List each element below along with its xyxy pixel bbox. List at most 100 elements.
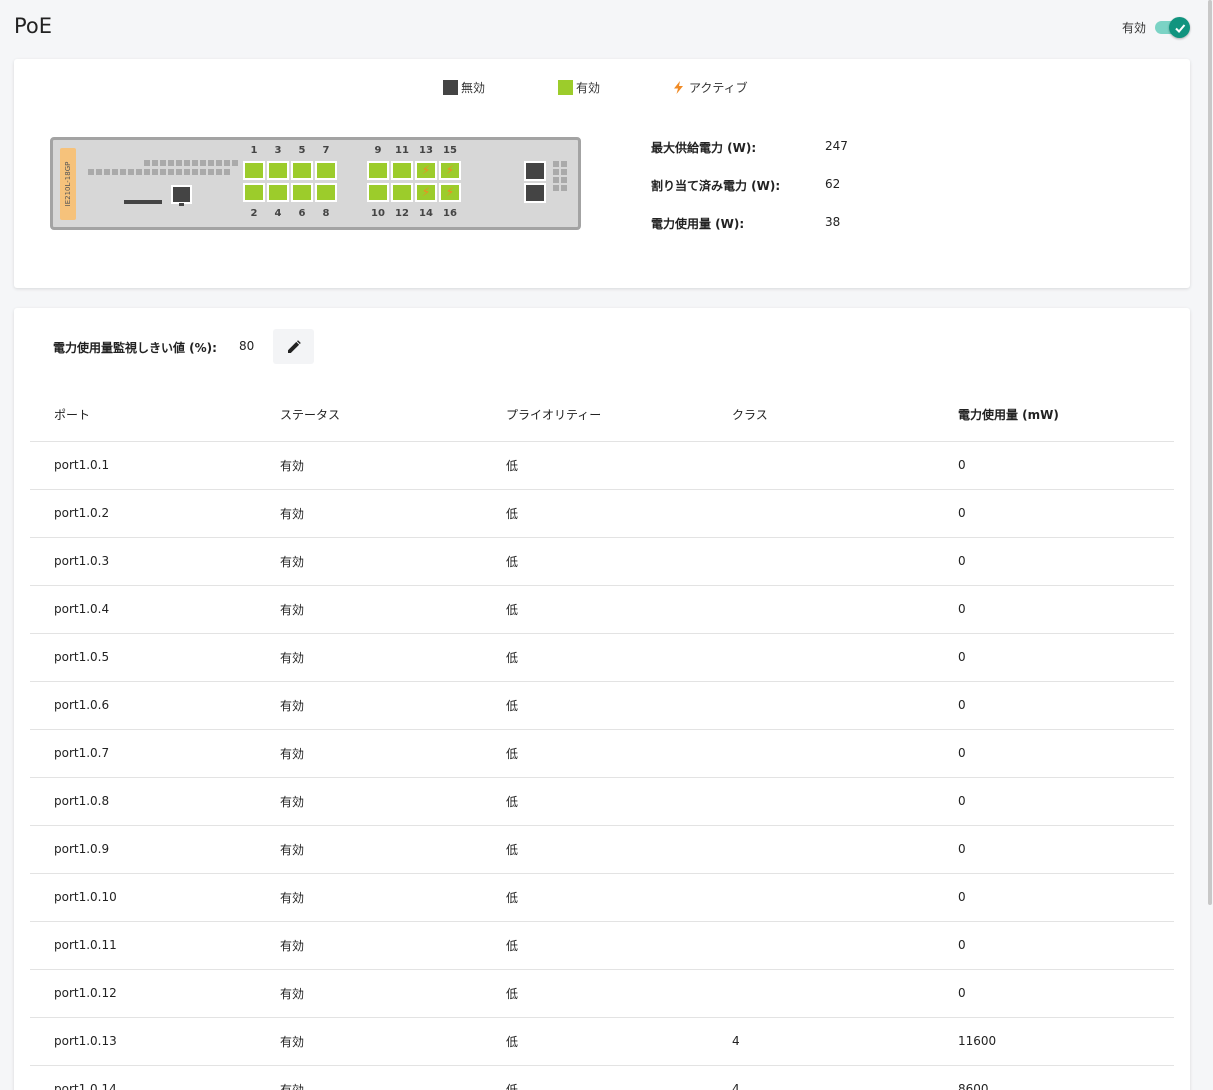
- status-led: [216, 169, 222, 175]
- switch-port-9[interactable]: [367, 161, 389, 180]
- column-header-class[interactable]: クラス: [708, 389, 934, 442]
- legend-swatch-enabled: [558, 80, 573, 95]
- switch-port-1[interactable]: [243, 161, 265, 180]
- poe-enable-toggle[interactable]: [1155, 17, 1191, 38]
- status-led: [160, 169, 166, 175]
- port-number-label: 7: [322, 145, 330, 156]
- cell-status: 有効: [256, 825, 482, 874]
- sfp-led: [561, 185, 567, 191]
- sfp-port-top[interactable]: [524, 161, 546, 181]
- status-led: [168, 160, 174, 166]
- sfp-led: [561, 177, 567, 183]
- legend-label-active: アクティブ: [689, 81, 748, 95]
- switch-port-11[interactable]: [391, 161, 413, 180]
- port-number-label: 6: [298, 208, 306, 219]
- port-legend: 無効 有効 アクティブ: [14, 79, 1190, 99]
- cell-port: port1.0.3: [30, 537, 256, 586]
- table-row[interactable]: port1.0.12 有効低 0: [30, 969, 1174, 1018]
- port-number-label: 2: [250, 208, 258, 219]
- table-row[interactable]: port1.0.7 有効低 0: [30, 729, 1174, 778]
- table-row[interactable]: port1.0.4 有効低 0: [30, 585, 1174, 634]
- status-led: [144, 160, 150, 166]
- cell-class: [708, 537, 934, 586]
- table-row[interactable]: port1.0.1 有効低 0: [30, 441, 1174, 490]
- cell-class: [708, 969, 934, 1018]
- cell-class: 4: [708, 1017, 934, 1066]
- cell-priority: 低: [482, 825, 708, 874]
- column-header-status[interactable]: ステータス: [256, 389, 482, 442]
- switch-port-16[interactable]: [439, 183, 461, 202]
- table-row[interactable]: port1.0.11 有効低 0: [30, 921, 1174, 970]
- cell-port: port1.0.2: [30, 489, 256, 538]
- table-row[interactable]: port1.0.14 有効低 4 8600: [30, 1065, 1174, 1090]
- cell-priority: 低: [482, 1065, 708, 1090]
- table-row[interactable]: port1.0.10 有効低 0: [30, 873, 1174, 922]
- cell-port: port1.0.7: [30, 729, 256, 778]
- status-led: [136, 169, 142, 175]
- cell-status: 有効: [256, 729, 482, 778]
- cell-port: port1.0.14: [30, 1065, 256, 1090]
- cell-power-usage: 0: [934, 921, 1174, 970]
- status-led: [200, 169, 206, 175]
- cell-power-usage: 0: [934, 873, 1174, 922]
- port-number-label: 10: [371, 208, 385, 219]
- cell-port: port1.0.6: [30, 681, 256, 730]
- switch-port-14[interactable]: [415, 183, 437, 202]
- table-row[interactable]: port1.0.2 有効低 0: [30, 489, 1174, 538]
- table-row[interactable]: port1.0.13 有効低 4 11600: [30, 1017, 1174, 1066]
- switch-port-4[interactable]: [267, 183, 289, 202]
- cell-class: [708, 777, 934, 826]
- cell-class: [708, 873, 934, 922]
- table-row[interactable]: port1.0.3 有効低 0: [30, 537, 1174, 586]
- status-led: [88, 169, 94, 175]
- cell-status: 有効: [256, 1017, 482, 1066]
- status-led: [152, 169, 158, 175]
- switch-front-panel: IE210L-18GP 13579111315246810121416: [50, 137, 581, 230]
- port-number-label: 11: [395, 145, 409, 156]
- page-title: PoE: [14, 14, 53, 38]
- status-led: [232, 160, 238, 166]
- column-header-power-usage[interactable]: 電力使用量 (mW): [934, 389, 1174, 442]
- table-row[interactable]: port1.0.5 有効低 0: [30, 633, 1174, 682]
- switch-port-13[interactable]: [415, 161, 437, 180]
- port-number-label: 9: [374, 145, 382, 156]
- cell-class: [708, 633, 934, 682]
- cell-priority: 低: [482, 585, 708, 634]
- port-number-label: 3: [274, 145, 282, 156]
- table-row[interactable]: port1.0.6 有効低 0: [30, 681, 1174, 730]
- switch-port-5[interactable]: [291, 161, 313, 180]
- column-header-priority[interactable]: プライオリティー: [482, 389, 708, 442]
- power-usage-label: 電力使用量 (W):: [651, 217, 745, 231]
- switch-port-8[interactable]: [315, 183, 337, 202]
- switch-port-12[interactable]: [391, 183, 413, 202]
- switch-port-10[interactable]: [367, 183, 389, 202]
- table-row[interactable]: port1.0.9 有効低 0: [30, 825, 1174, 874]
- model-name: IE210L-18GP: [64, 161, 72, 207]
- switch-port-3[interactable]: [267, 161, 289, 180]
- cell-status: 有効: [256, 921, 482, 970]
- cell-class: [708, 489, 934, 538]
- status-led: [104, 169, 110, 175]
- allocated-power-value: 62: [825, 177, 841, 191]
- sfp-led: [561, 161, 567, 167]
- cell-status: 有効: [256, 537, 482, 586]
- legend-swatch-disabled: [443, 80, 458, 95]
- status-led: [208, 169, 214, 175]
- cell-power-usage: 8600: [934, 1065, 1174, 1090]
- column-header-port[interactable]: ポート: [30, 389, 256, 442]
- cell-power-usage: 0: [934, 441, 1174, 490]
- sfp-port-bottom[interactable]: [524, 183, 546, 203]
- table-body: port1.0.1 有効低 0 port1.0.2 有効低 0 port1.0.3 有効低 0 p…: [30, 441, 1174, 1090]
- switch-port-15[interactable]: [439, 161, 461, 180]
- switch-port-7[interactable]: [315, 161, 337, 180]
- page-scrollbar[interactable]: [1208, 0, 1212, 905]
- switch-port-6[interactable]: [291, 183, 313, 202]
- console-port: [171, 185, 192, 206]
- switch-port-2[interactable]: [243, 183, 265, 202]
- edit-threshold-button[interactable]: [273, 329, 314, 364]
- legend-item-enabled: 有効: [558, 79, 600, 96]
- max-power-value: 247: [825, 139, 848, 153]
- cell-class: 4: [708, 1065, 934, 1090]
- table-row[interactable]: port1.0.8 有効低 0: [30, 777, 1174, 826]
- cell-class: [708, 585, 934, 634]
